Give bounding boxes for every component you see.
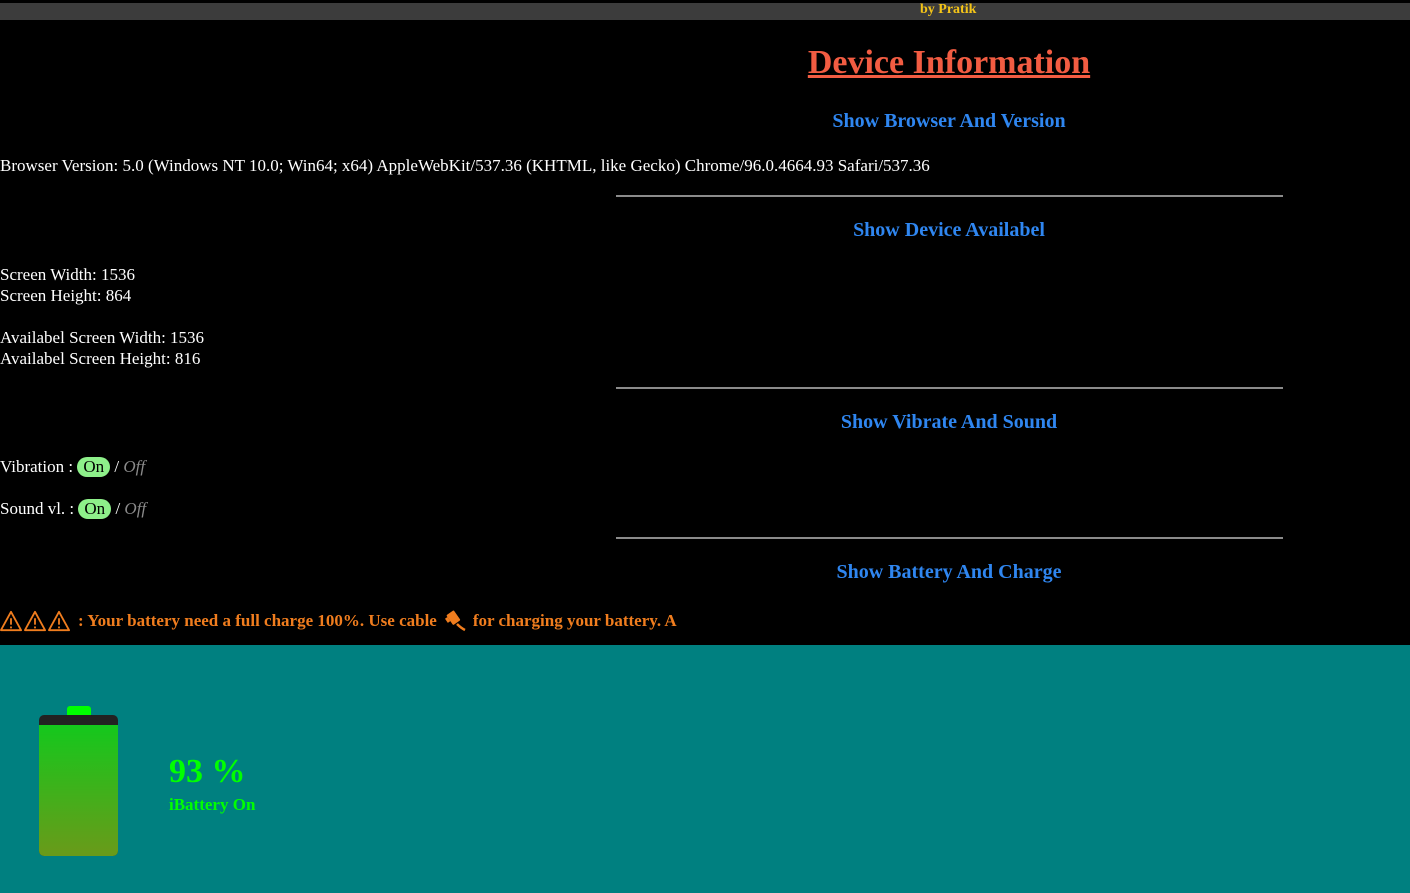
- browser-version-text: Browser Version: 5.0 (Windows NT 10.0; W…: [0, 156, 930, 175]
- show-browser-button[interactable]: Show Browser And Version: [0, 110, 1410, 133]
- vibration-on-toggle[interactable]: On: [77, 457, 111, 477]
- battery-warning-text: : Your battery need a full charge 100%. …: [78, 611, 437, 630]
- battery-icon: [39, 715, 118, 856]
- screen-height-text: Screen Height: 864: [0, 286, 132, 305]
- vibration-row: Vibration : On / Off: [0, 457, 145, 477]
- author-banner: by Pratik: [0, 2, 1410, 20]
- page-title: Device Information: [807, 44, 1091, 81]
- section-divider: [616, 537, 1283, 539]
- warning-triangle-icon: [0, 610, 22, 632]
- sound-row: Sound vl. : On / Off: [0, 499, 146, 519]
- show-vibrate-button[interactable]: Show Vibrate And Sound: [0, 411, 1410, 434]
- show-battery-button[interactable]: Show Battery And Charge: [0, 561, 1410, 584]
- section-divider: [616, 387, 1283, 389]
- avail-screen-width-text: Availabel Screen Width: 1536: [0, 328, 205, 347]
- section-divider: [616, 195, 1283, 197]
- avail-screen-height-text: Availabel Screen Height: 816: [0, 349, 201, 368]
- battery-warning: : Your battery need a full charge 100%. …: [0, 610, 677, 632]
- vibration-label: Vibration :: [0, 457, 74, 476]
- warning-triangle-icon: [24, 610, 46, 632]
- battery-panel: 93 % iBattery On: [0, 645, 1410, 893]
- battery-warning-text-2: for charging your battery. A: [472, 611, 677, 630]
- screen-width-text: Screen Width: 1536: [0, 265, 135, 284]
- toggle-separator: /: [114, 457, 120, 476]
- vibration-off-toggle[interactable]: Off: [123, 457, 145, 476]
- sound-on-toggle[interactable]: On: [78, 499, 112, 519]
- show-device-button[interactable]: Show Device Availabel: [0, 219, 1410, 242]
- author-label: by Pratik: [920, 2, 977, 17]
- sound-label: Sound vl. :: [0, 499, 75, 518]
- warning-triangle-icon: [48, 610, 70, 632]
- cable-plug-icon: [444, 610, 466, 632]
- device-info-page: by Pratik Device Information Show Browse…: [0, 0, 1410, 893]
- toggle-separator: /: [115, 499, 121, 518]
- battery-level-fill: [39, 724, 118, 856]
- sound-off-toggle[interactable]: Off: [124, 499, 146, 518]
- battery-status: iBattery On: [169, 795, 256, 814]
- battery-percent: 93 %: [169, 753, 246, 790]
